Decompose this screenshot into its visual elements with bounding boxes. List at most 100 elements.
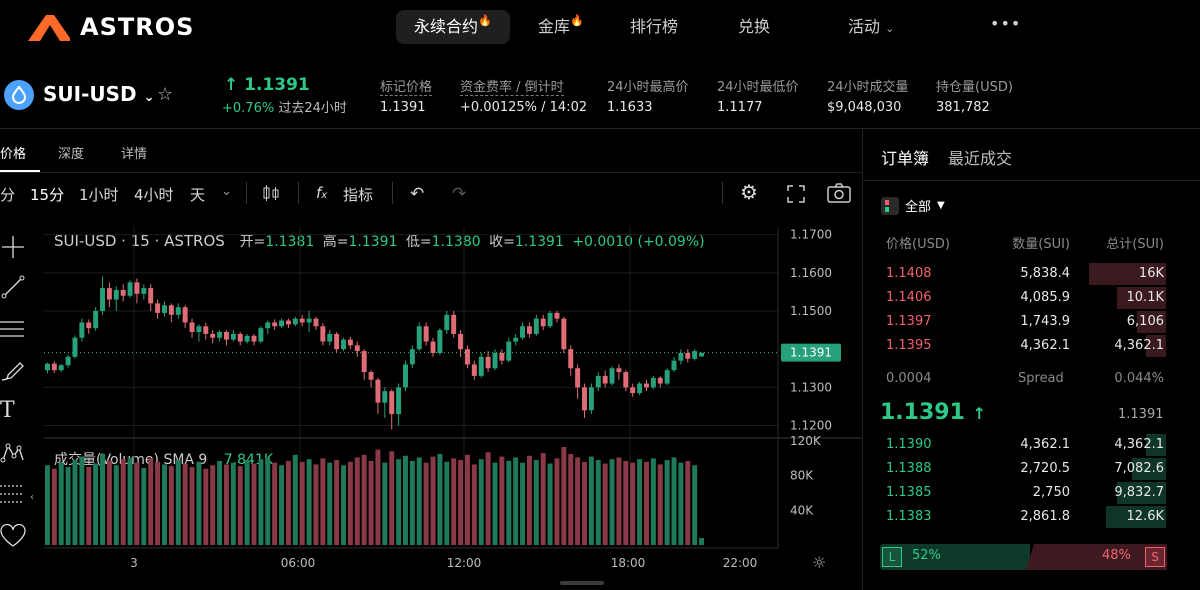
volume-bar [492, 462, 498, 545]
volume-bar [602, 463, 608, 545]
ask-row[interactable]: 1.1406 4,085.9 10.1K [880, 287, 1166, 309]
volume-bar [127, 457, 133, 545]
ask-row[interactable]: 1.1395 4,362.1 4,362.1 [880, 335, 1166, 357]
volume-bar [416, 457, 422, 545]
orderbook-filter[interactable]: 全部 ▼ [881, 196, 945, 215]
candle-body [403, 364, 408, 388]
spread-row: 0.0004 Spread 0.044% [880, 368, 1166, 390]
candle-body [203, 326, 209, 334]
volume-bar [582, 461, 587, 545]
spread-label: Spread [1018, 371, 1064, 386]
candle-body [100, 288, 106, 311]
volume-bar [113, 465, 119, 545]
volume-bar [630, 462, 636, 545]
volume-bar [106, 460, 112, 545]
volume-bar [458, 460, 464, 545]
candle-body [313, 318, 319, 327]
candle-body [320, 326, 326, 342]
volume-bar [623, 460, 629, 545]
volume-bar [520, 462, 526, 545]
ask-row[interactable]: 1.1408 5,838.4 16K [880, 263, 1166, 285]
bid-row[interactable]: 1.1390 4,362.1 4,362.1 [880, 434, 1166, 456]
candle-body [354, 345, 360, 352]
candle-body [168, 305, 174, 315]
volume-bar [237, 466, 243, 545]
volume-bar [272, 462, 278, 545]
volume-bar [265, 457, 271, 545]
tab-order-book[interactable]: 订单簿 [881, 145, 929, 169]
ask-row[interactable]: 1.1397 1,743.9 6,106 [880, 311, 1166, 333]
candle-body [582, 387, 587, 411]
time-tick-label: 06:00 [281, 556, 316, 570]
chart-scroll-handle[interactable] [560, 581, 604, 585]
candle-body [93, 311, 99, 329]
volume-bar [65, 467, 71, 545]
ask-size: 4,362.1 [1020, 338, 1070, 353]
volume-bar [230, 462, 236, 545]
candle-body [244, 335, 250, 342]
price-tick-label: 1.1500 [790, 304, 832, 318]
volume-tick-label: 120K [790, 434, 822, 448]
bid-row[interactable]: 1.1385 2,750 9,832.7 [880, 482, 1166, 504]
volume-bar [320, 458, 326, 545]
theme-toggle-icon[interactable]: ☼ [812, 553, 826, 572]
ask-price: 1.1408 [886, 266, 932, 281]
volume-bar [437, 454, 443, 545]
volume-bar [685, 460, 691, 545]
candle-body [602, 375, 608, 384]
long-badge: L [882, 547, 902, 567]
last-price-label: 1.1391 [790, 346, 832, 360]
candle-body [499, 353, 505, 361]
candle-body [334, 333, 340, 350]
candle-body [341, 339, 346, 350]
candle-body [416, 326, 422, 350]
candle-body [285, 320, 291, 325]
volume-bar [313, 464, 319, 545]
volume-bar [244, 460, 250, 545]
tab-recent-trades[interactable]: 最近成交 [948, 145, 1012, 169]
volume-bar [547, 463, 553, 545]
bid-total: 12.6K [1126, 509, 1164, 524]
header-size: 数量(SUI) [1012, 237, 1070, 252]
candle-body [430, 341, 436, 353]
candle-body [513, 337, 519, 342]
candle-body [382, 391, 388, 403]
volume-bar [409, 460, 415, 545]
volume-bar [403, 455, 408, 545]
price-tick-label: 1.1200 [790, 419, 832, 433]
bid-row[interactable]: 1.1383 2,861.8 12.6K [880, 506, 1166, 528]
volume-bar [382, 462, 388, 545]
volume-bar [533, 460, 539, 545]
candle-body [155, 303, 161, 313]
candle-body [699, 352, 705, 357]
time-tick-label: 22:00 [723, 556, 758, 570]
volume-bar [478, 459, 484, 545]
candle-body [44, 363, 50, 371]
caret-down-icon: ▼ [937, 200, 945, 211]
header-total: 总计(SUI) [1106, 237, 1164, 252]
candle-body [561, 318, 567, 350]
more-menu-button[interactable]: ••• [990, 14, 1021, 33]
price-chart[interactable]: 1.1700 1.1600 1.1500 1.1300 1.1200 1.1391 120K… [0, 0, 862, 590]
volume-bar [361, 454, 367, 545]
volume-bar [375, 449, 381, 545]
candle-body [389, 391, 395, 415]
long-short-ratio: L 52% 48% S [880, 544, 1167, 570]
volume-bar [499, 456, 505, 545]
volume-bar [120, 459, 126, 545]
candle-body [609, 368, 615, 384]
candle-body [368, 372, 374, 380]
candle-body [223, 332, 229, 340]
candle-body [347, 339, 353, 346]
volume-bar [347, 461, 353, 545]
volume-bar [285, 460, 291, 545]
candle-body [471, 364, 477, 376]
candle-body [526, 326, 532, 334]
ask-total: 6,106 [1126, 314, 1164, 329]
bid-row[interactable]: 1.1388 2,720.5 7,082.6 [880, 458, 1166, 480]
spread-percent: 0.044% [1114, 371, 1164, 386]
filter-label: 全部 [905, 200, 932, 215]
candle-body [650, 377, 656, 388]
bid-price: 1.1390 [886, 437, 932, 452]
candle-body [444, 314, 450, 331]
